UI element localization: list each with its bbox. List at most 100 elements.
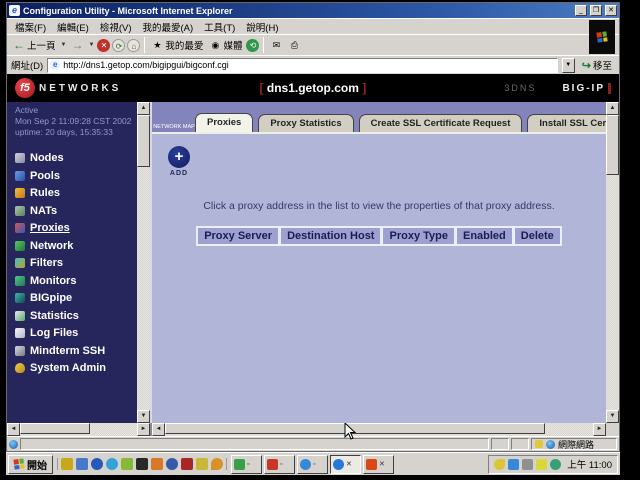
scroll-left-icon[interactable]: ◄ [7, 423, 20, 436]
title-bar[interactable]: e Configuration Utility - Microsoft Inte… [7, 3, 619, 18]
main-scrollbar[interactable]: ▲ ▼ [606, 102, 619, 423]
sidebar-hscrollbar[interactable]: ◄ ► [7, 423, 150, 436]
sidebar-hscroll-track[interactable] [20, 423, 137, 436]
quicklaunch-icon-7[interactable] [151, 458, 163, 470]
start-button[interactable]: 開始 [8, 455, 53, 474]
sidebar-item-network[interactable]: Network [15, 240, 137, 252]
task-button-1[interactable]: ▫ [231, 455, 262, 474]
sidebar-item-monitors[interactable]: Monitors [15, 275, 137, 287]
close-button[interactable]: ✕ [605, 5, 617, 16]
statistics-icon [15, 311, 25, 321]
favorites-button[interactable]: ★ 我的最愛 [149, 37, 205, 53]
sidebar-item-system-admin[interactable]: System Admin [15, 362, 137, 374]
refresh-button[interactable]: ⟳ [112, 39, 125, 52]
print-button[interactable]: ⎙ [286, 38, 302, 52]
tab-proxies[interactable]: Proxies [195, 113, 253, 132]
sidebar-hscroll-thumb[interactable] [20, 423, 90, 434]
quicklaunch-icon-5[interactable] [121, 458, 133, 470]
back-dropdown[interactable]: ▼ [60, 42, 68, 48]
history-button[interactable]: ⟲ [246, 39, 259, 52]
favorites-icon: ★ [151, 39, 163, 51]
sidebar-item-mindterm-ssh[interactable]: Mindterm SSH [15, 345, 137, 357]
address-dropdown[interactable]: ▼ [562, 58, 575, 73]
scroll-up-icon[interactable]: ▲ [606, 102, 619, 115]
ie-task-icon [333, 459, 344, 470]
tray-icon-1[interactable] [494, 459, 505, 470]
menu-tools[interactable]: 工具(T) [204, 20, 235, 34]
quicklaunch-icon-10[interactable] [196, 458, 208, 470]
main-hscrollbar[interactable]: ◄ ► [152, 423, 606, 436]
scroll-right-icon[interactable]: ► [593, 423, 606, 436]
back-arrow-icon: ← [13, 38, 25, 52]
quicklaunch-icon-2[interactable] [76, 458, 88, 470]
tray-icon-3[interactable] [522, 459, 533, 470]
main-scroll-track[interactable] [606, 115, 619, 410]
add-proxy-button[interactable]: + ADD [168, 146, 190, 177]
task-buttons: ▫ ▫ ▫ ✕ ✕ [231, 455, 484, 474]
tray-icon-2[interactable] [508, 459, 519, 470]
address-input[interactable]: e http://dns1.getop.com/bigipgui/bigconf… [47, 58, 558, 73]
go-button[interactable]: ↪ 移至 [579, 58, 615, 72]
horizontal-scroll-row: ◄ ► ◄ ► [7, 423, 619, 436]
quicklaunch-icon-3[interactable] [91, 458, 103, 470]
bracket-right: ] [362, 81, 366, 95]
tray-icon-5[interactable] [550, 459, 561, 470]
sidebar-item-proxies[interactable]: Proxies [15, 222, 137, 234]
scroll-up-icon[interactable]: ▲ [137, 102, 150, 115]
print-icon: ⎙ [288, 39, 300, 51]
main-scroll-thumb[interactable] [606, 115, 619, 175]
quicklaunch-icon-6[interactable] [136, 458, 148, 470]
tab-create-ssl-certificate-request[interactable]: Create SSL Certificate Request [359, 114, 523, 132]
media-icon: ◉ [209, 39, 221, 51]
scroll-left-icon[interactable]: ◄ [152, 423, 165, 436]
quicklaunch-icon-9[interactable] [181, 458, 193, 470]
forward-dropdown[interactable]: ▼ [87, 42, 95, 48]
main-frame: NETWORK MAP Proxies Proxy Statistics Cre… [150, 102, 606, 423]
network-map-button[interactable]: NETWORK MAP [153, 124, 195, 132]
task-button-5[interactable]: ✕ [363, 455, 394, 474]
minimize-button[interactable]: _ [575, 5, 587, 16]
sidebar-item-bigpipe[interactable]: BIGpipe [15, 292, 137, 304]
mail-button[interactable]: ✉ [268, 38, 284, 52]
quicklaunch-icon-11[interactable] [211, 458, 223, 470]
scroll-right-icon[interactable]: ► [137, 423, 150, 436]
task-button-2[interactable]: ▫ [264, 455, 295, 474]
menu-help[interactable]: 說明(H) [246, 20, 278, 34]
system-status: Active [15, 105, 137, 116]
forward-button[interactable]: → [69, 37, 85, 53]
menu-file[interactable]: 檔案(F) [15, 20, 46, 34]
browser-toolbar: ← 上一頁 ▼ → ▼ ✕ ⟳ ⌂ ★ 我的最愛 ◉ 媒體 ⟲ ✉ ⎙ [7, 34, 619, 55]
back-button[interactable]: ← 上一頁 [11, 37, 58, 53]
rules-icon [15, 188, 25, 198]
sidebar-scrollbar[interactable]: ▲ ▼ [137, 102, 150, 423]
menu-edit[interactable]: 編輯(E) [57, 20, 89, 34]
home-button[interactable]: ⌂ [127, 39, 140, 52]
scroll-down-icon[interactable]: ▼ [137, 410, 150, 423]
menu-favorites[interactable]: 我的最愛(A) [142, 20, 193, 34]
sidebar-item-nodes[interactable]: Nodes [15, 152, 137, 164]
menu-view[interactable]: 檢視(V) [100, 20, 132, 34]
scroll-down-icon[interactable]: ▼ [606, 410, 619, 423]
tray-icon-4[interactable] [536, 459, 547, 470]
bigpipe-icon [15, 293, 25, 303]
sidebar-item-statistics[interactable]: Statistics [15, 310, 137, 322]
tab-install-ssl-certificate[interactable]: Install SSL Certifi [527, 114, 606, 132]
media-button[interactable]: ◉ 媒體 [207, 37, 244, 53]
sidebar-item-filters[interactable]: Filters [15, 257, 137, 269]
maximize-button[interactable]: ❐ [590, 5, 602, 16]
task-button-ie-active[interactable]: ✕ [330, 455, 361, 474]
stop-button[interactable]: ✕ [97, 39, 110, 52]
sidebar-item-rules[interactable]: Rules [15, 187, 137, 199]
quicklaunch-icon-1[interactable] [61, 458, 73, 470]
sidebar-item-nats[interactable]: NATs [15, 205, 137, 217]
quicklaunch-icon-8[interactable] [166, 458, 178, 470]
sidebar-scroll-track[interactable] [137, 115, 150, 410]
add-icon: + [168, 146, 190, 168]
main-hscroll-track[interactable] [165, 423, 593, 436]
sidebar-item-log-files[interactable]: Log Files [15, 327, 137, 339]
sidebar-item-pools[interactable]: Pools [15, 170, 137, 182]
task-button-3[interactable]: ▫ [297, 455, 328, 474]
sidebar-scroll-thumb[interactable] [137, 115, 150, 167]
quicklaunch-icon-4[interactable] [106, 458, 118, 470]
tab-proxy-statistics[interactable]: Proxy Statistics [258, 114, 353, 132]
